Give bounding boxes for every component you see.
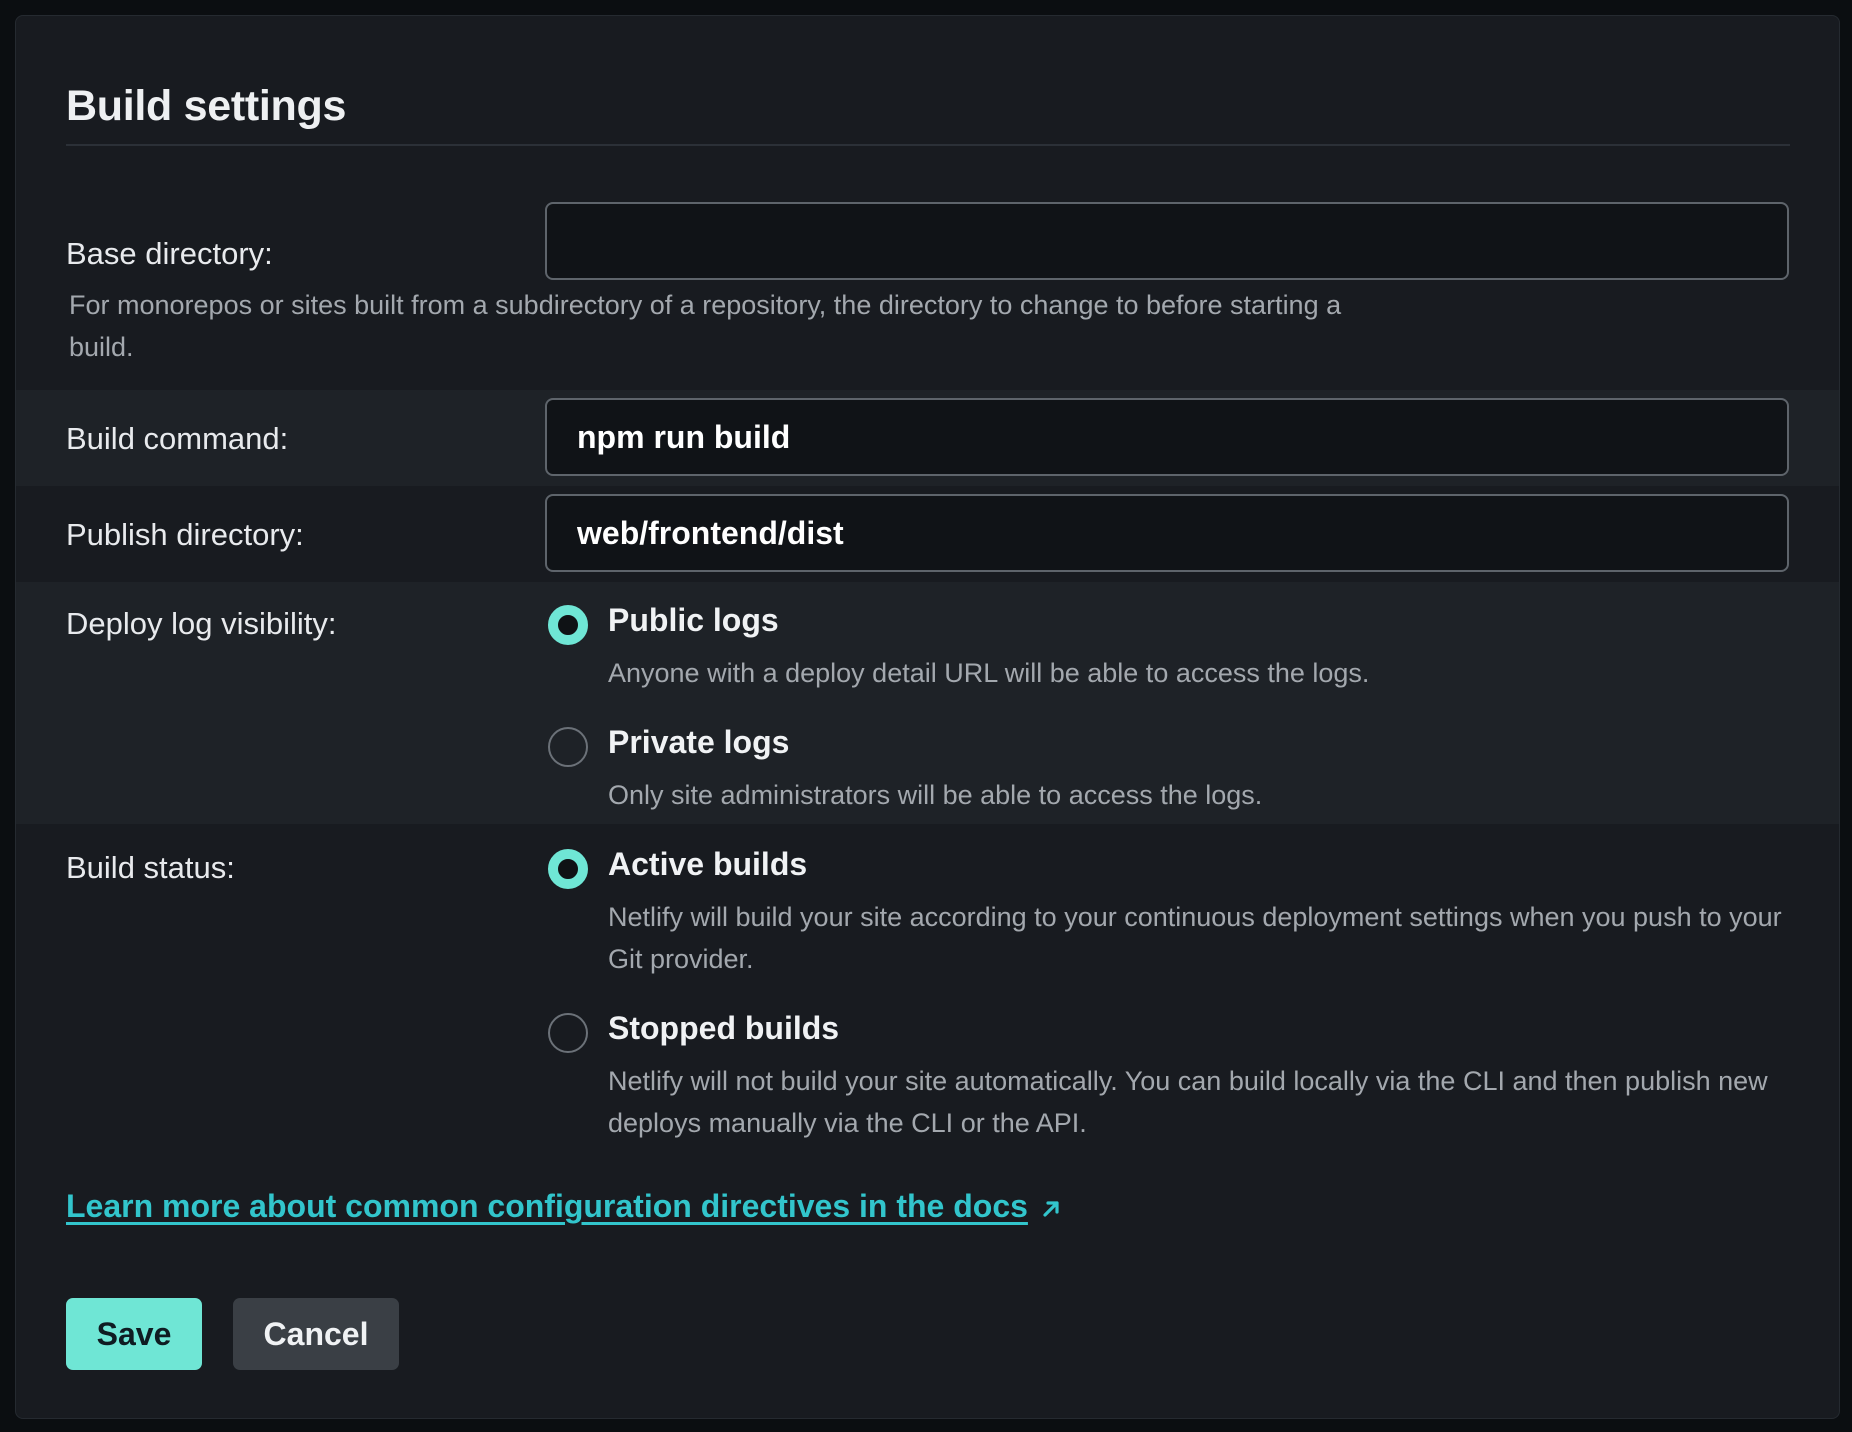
stopped-builds-description: Netlify will not build your site automat… (608, 1066, 1768, 1138)
publish-directory-input[interactable] (545, 494, 1789, 572)
private-logs-radio[interactable] (548, 727, 588, 767)
title-divider (66, 144, 1790, 146)
base-directory-label: Base directory: (66, 236, 273, 271)
public-logs-radio[interactable] (548, 605, 588, 645)
stopped-builds-title: Stopped builds (608, 1010, 840, 1046)
private-logs-title: Private logs (608, 724, 790, 760)
public-logs-description: Anyone with a deploy detail URL will be … (608, 658, 1370, 688)
cancel-button[interactable]: Cancel (233, 1298, 399, 1370)
publish-directory-label: Publish directory: (66, 517, 304, 552)
build-command-input[interactable] (545, 398, 1789, 476)
base-directory-help: For monorepos or sites built from a subd… (69, 290, 1342, 362)
page-title: Build settings (66, 82, 347, 130)
save-button[interactable]: Save (66, 1298, 202, 1370)
private-logs-description: Only site administrators will be able to… (608, 780, 1263, 810)
active-builds-title: Active builds (608, 846, 808, 882)
build-command-label: Build command: (66, 421, 289, 456)
build-settings-card: Build settings Base directory: For monor… (15, 15, 1840, 1419)
docs-link-text: Learn more about common configuration di… (66, 1188, 1028, 1224)
docs-link[interactable]: Learn more about common configuration di… (66, 1188, 1062, 1225)
build-status-label: Build status: (66, 850, 235, 885)
external-arrow-icon (1043, 1200, 1059, 1217)
active-builds-radio[interactable] (548, 849, 588, 889)
active-builds-description: Netlify will build your site according t… (608, 902, 1782, 974)
deploy-log-visibility-label: Deploy log visibility: (66, 606, 337, 641)
public-logs-title: Public logs (608, 602, 779, 638)
base-directory-input[interactable] (545, 202, 1789, 280)
stopped-builds-radio[interactable] (548, 1013, 588, 1053)
